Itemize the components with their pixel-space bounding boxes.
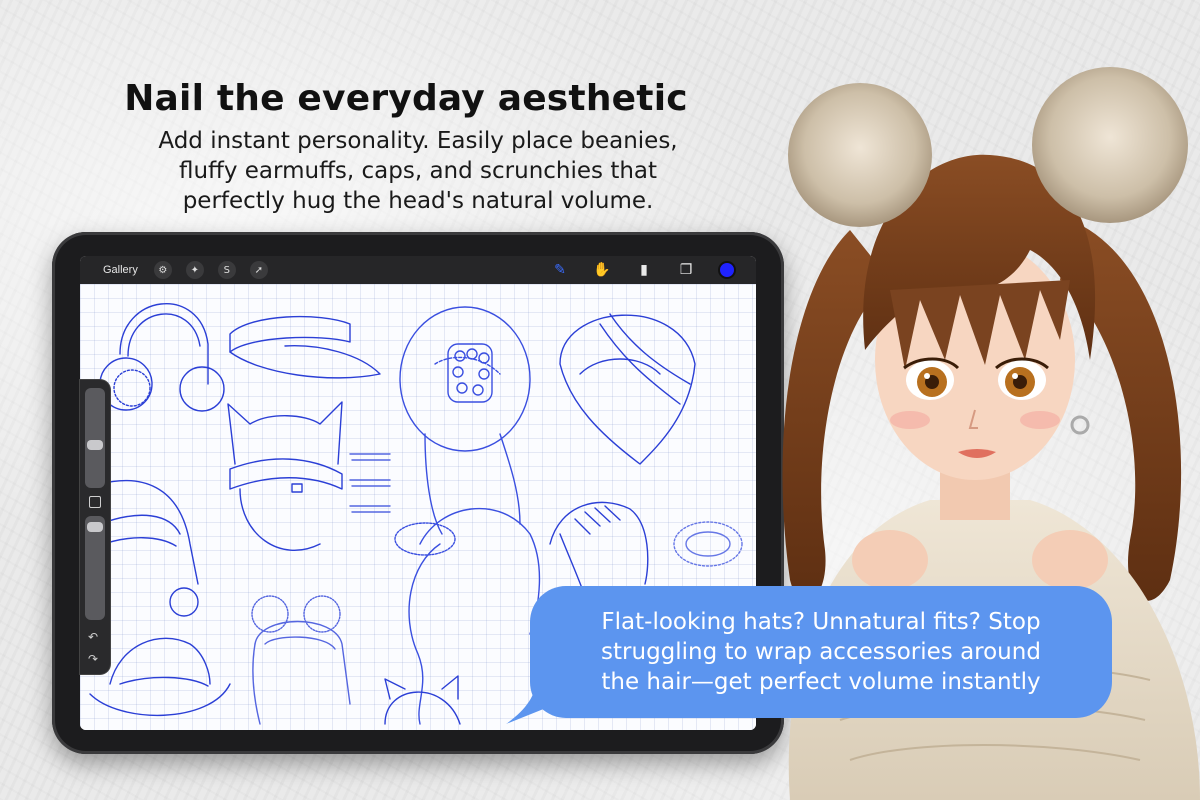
turban-sketch [559, 313, 696, 465]
earmuffs-sketch [99, 303, 225, 412]
app-toolbar: Gallery ⚙ ✦ S ➚ ✎ ✋ ▮ ❐ [80, 256, 756, 284]
callout-line: Flat-looking hats? Unnatural fits? Stop [601, 609, 1041, 635]
subtitle-line: Add instant personality. Easily place be… [158, 128, 678, 154]
smudge-icon[interactable]: ✋ [592, 260, 612, 280]
opacity-slider[interactable] [85, 516, 105, 620]
color-picker-button[interactable] [718, 261, 736, 279]
transform-arrow-icon[interactable]: ➚ [249, 261, 268, 279]
callout-line: the hair—get perfect volume instantly [601, 669, 1041, 695]
brush-size-thumb[interactable] [87, 440, 103, 450]
redo-icon[interactable]: ↷ [88, 652, 98, 666]
magic-wand-icon[interactable]: ✦ [185, 261, 204, 279]
modify-square-button[interactable] [89, 496, 101, 508]
pompom-girl-sketch [251, 595, 351, 725]
callout-bubble: Flat-looking hats? Unnatural fits? Stop … [530, 586, 1112, 718]
hairpins-sketch [349, 453, 391, 513]
brush-size-opacity-sidebar[interactable]: ↶ ↷ [80, 380, 110, 674]
santa-hat-sketch [97, 480, 199, 617]
eraser-icon[interactable]: ▮ [634, 260, 654, 280]
gallery-button[interactable]: Gallery [103, 264, 138, 276]
brush-size-slider[interactable] [85, 388, 105, 488]
page-subtitle: Add instant personality. Easily place be… [118, 126, 718, 216]
callout-line: struggling to wrap accessories around [601, 639, 1041, 665]
brush-icon[interactable]: ✎ [550, 260, 570, 280]
subtitle-line: fluffy earmuffs, caps, and scrunchies th… [178, 158, 658, 184]
visor-sketch [229, 315, 381, 379]
selection-icon[interactable]: S [217, 261, 236, 279]
opacity-thumb[interactable] [87, 522, 103, 532]
subtitle-line: perfectly hug the head's natural volume. [182, 188, 654, 214]
page-title: Nail the everyday aesthetic [124, 78, 688, 119]
claw-clip-hair-sketch [399, 306, 531, 535]
undo-icon[interactable]: ↶ [88, 630, 98, 644]
scrunchie-sketch [673, 521, 743, 567]
fedora-sketch [89, 637, 231, 716]
wrench-icon[interactable]: ⚙ [153, 261, 172, 279]
cat-beanie-sketch [227, 401, 343, 551]
layers-icon[interactable]: ❐ [676, 260, 696, 280]
